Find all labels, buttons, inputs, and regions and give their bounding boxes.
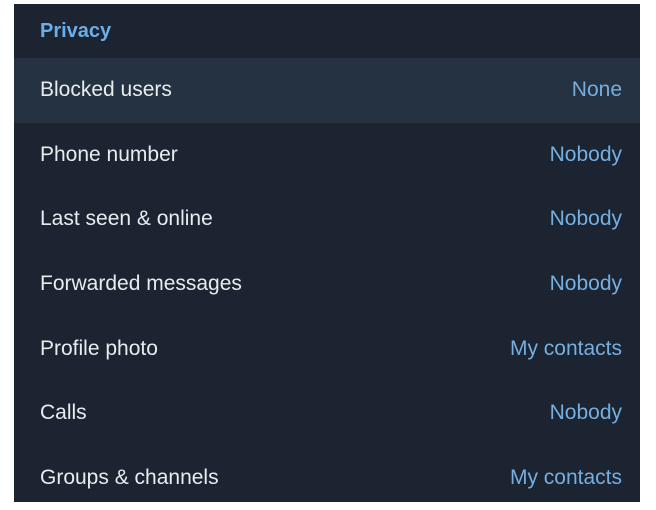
row-value: My contacts (509, 336, 622, 360)
calls-row[interactable]: Calls Nobody (14, 381, 640, 446)
row-value: Nobody (549, 207, 622, 231)
last-seen-online-row[interactable]: Last seen & online Nobody (14, 187, 640, 252)
row-value: My contacts (509, 465, 622, 489)
row-value: Nobody (549, 142, 622, 166)
privacy-section-title: Privacy (40, 19, 112, 42)
row-label: Profile photo (40, 336, 158, 360)
row-label: Forwarded messages (40, 272, 242, 296)
profile-photo-row[interactable]: Profile photo My contacts (14, 316, 640, 381)
row-value: Nobody (549, 401, 622, 425)
forwarded-messages-row[interactable]: Forwarded messages Nobody (14, 252, 640, 317)
phone-number-row[interactable]: Phone number Nobody (14, 123, 640, 188)
row-label: Last seen & online (40, 207, 213, 231)
row-value: None (571, 78, 622, 102)
row-label: Blocked users (40, 78, 172, 102)
row-label: Phone number (40, 142, 178, 166)
blocked-users-row[interactable]: Blocked users None (14, 58, 640, 123)
privacy-settings-panel: Privacy Blocked users None Phone number … (14, 4, 640, 502)
groups-channels-row[interactable]: Groups & channels My contacts (14, 446, 640, 510)
row-label: Groups & channels (40, 465, 219, 489)
row-label: Calls (40, 401, 87, 425)
row-value: Nobody (549, 272, 622, 296)
